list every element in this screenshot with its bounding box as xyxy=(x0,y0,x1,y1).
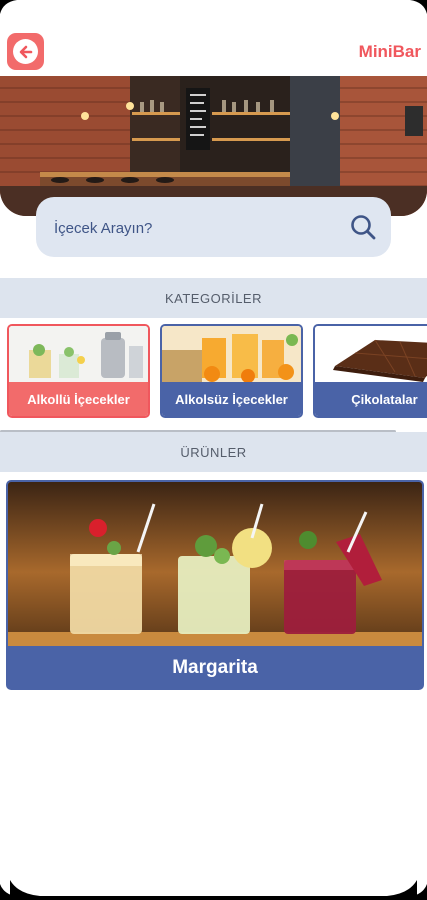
back-button[interactable] xyxy=(7,33,44,70)
categories-carousel[interactable]: Alkollü İçecekler Alkolsüz İçecekler Çik… xyxy=(0,322,427,418)
device-top-frame xyxy=(0,0,427,14)
app-header: MiniBar xyxy=(0,28,427,76)
products-section-title: ÜRÜNLER xyxy=(180,444,247,460)
search-bar xyxy=(36,197,391,257)
category-label: Alkolsüz İçecekler xyxy=(162,382,301,416)
products-section-header: ÜRÜNLER xyxy=(0,432,427,472)
category-card-chocolates[interactable]: Çikolatalar xyxy=(313,324,427,418)
hero-bar-image xyxy=(0,76,427,216)
home-indicator-bar xyxy=(0,880,427,900)
category-image-non-alcoholic xyxy=(162,326,301,382)
category-image-alcoholic xyxy=(9,326,148,382)
app-title: MiniBar xyxy=(358,42,421,61)
category-label: Çikolatalar xyxy=(315,382,427,416)
category-label: Alkollü İçecekler xyxy=(9,382,148,416)
category-card-alcoholic[interactable]: Alkollü İçecekler xyxy=(7,324,150,418)
back-arrow-icon xyxy=(13,39,38,64)
categories-section-title: KATEGORİLER xyxy=(164,290,262,306)
product-image xyxy=(8,482,422,646)
search-input[interactable] xyxy=(52,215,336,241)
product-card-margarita[interactable]: Margarita xyxy=(6,480,424,690)
category-card-non-alcoholic[interactable]: Alkolsüz İçecekler xyxy=(160,324,303,418)
search-icon[interactable] xyxy=(349,213,377,241)
product-name: Margarita xyxy=(172,657,258,678)
categories-section-header: KATEGORİLER xyxy=(0,278,427,318)
category-image-chocolates xyxy=(315,326,427,382)
